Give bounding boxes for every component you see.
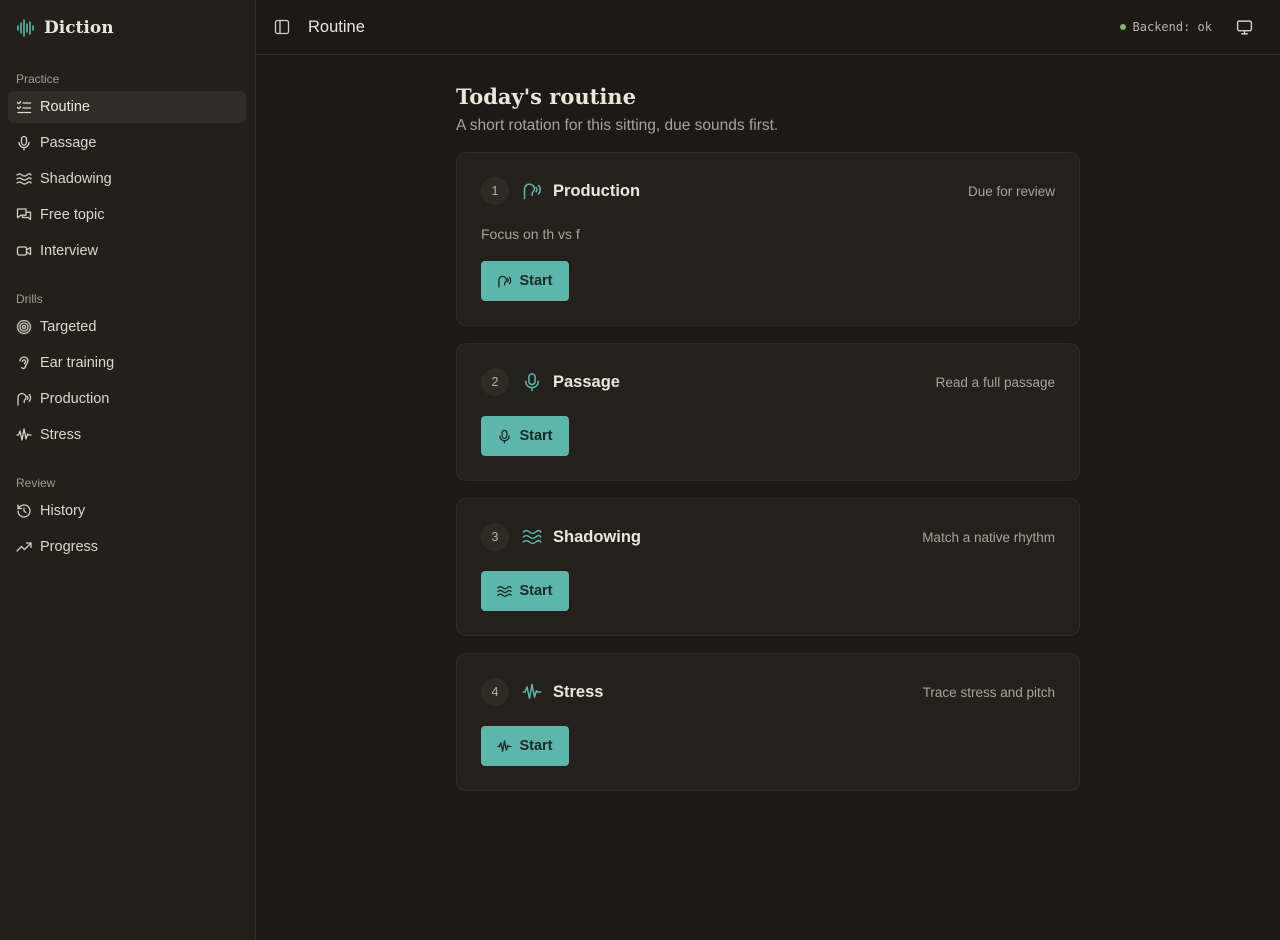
sidebar-item-stress[interactable]: Stress xyxy=(8,419,246,451)
sidebar-toggle-button[interactable] xyxy=(266,11,298,43)
target-icon xyxy=(16,319,32,335)
nav-group-practice: Practice Routine Passage Shadowing Free … xyxy=(0,67,255,267)
speech-icon xyxy=(498,275,512,288)
sidebar-item-label: Targeted xyxy=(40,319,97,335)
sidebar-item-targeted[interactable]: Targeted xyxy=(8,311,246,343)
sidebar-item-routine[interactable]: Routine xyxy=(8,91,246,123)
topbar: Routine Backend: ok xyxy=(256,0,1280,55)
panel-left-icon xyxy=(274,19,290,35)
card-note: Focus on th vs f xyxy=(481,226,580,242)
sidebar-item-progress[interactable]: Progress xyxy=(8,531,246,563)
page-breadcrumb: Routine xyxy=(308,17,365,36)
start-button-label: Start xyxy=(519,428,553,444)
card-meta: Due for review xyxy=(967,183,1055,199)
list-checks-icon xyxy=(16,101,32,114)
sidebar-item-label: Interview xyxy=(40,243,99,259)
waveform-icon xyxy=(497,739,513,752)
display-button[interactable] xyxy=(1228,11,1260,43)
sidebar-item-label: Ear training xyxy=(40,355,115,371)
speech-icon xyxy=(521,180,543,202)
mic-icon xyxy=(18,135,30,151)
mic-icon xyxy=(499,429,511,444)
routine-card-production: 1 Production Due for review Focus on th … xyxy=(456,152,1080,326)
speech-icon xyxy=(17,392,32,406)
start-button[interactable]: Start xyxy=(481,726,569,766)
card-title: Shadowing xyxy=(553,527,641,546)
start-button-label: Start xyxy=(519,583,553,599)
sidebar-item-label: Shadowing xyxy=(40,171,112,187)
page-subtitle: A short rotation for this sitting, due s… xyxy=(456,117,779,134)
sidebar-item-label: Passage xyxy=(40,135,97,151)
sidebar-item-interview[interactable]: Interview xyxy=(8,235,246,267)
sidebar-item-ear-training[interactable]: Ear training xyxy=(8,347,246,379)
step-number: 1 xyxy=(481,177,509,205)
step-number: 3 xyxy=(481,523,509,551)
waveform-icon xyxy=(16,428,32,441)
card-title: Production xyxy=(553,181,641,200)
waveform-icon xyxy=(521,681,543,703)
routine-card-stress: 4 Stress Trace stress and pitch Start xyxy=(456,653,1080,791)
start-button-label: Start xyxy=(519,738,553,754)
sidebar-item-shadowing[interactable]: Shadowing xyxy=(8,163,246,195)
start-button[interactable]: Start xyxy=(481,261,569,301)
nav-group-label: Practice xyxy=(16,72,60,86)
sidebar-item-label: Production xyxy=(40,391,110,407)
monitor-icon xyxy=(1236,19,1252,35)
main-content: Today's routine A short rotation for thi… xyxy=(456,55,1080,808)
trending-up-icon xyxy=(16,542,32,552)
card-title: Stress xyxy=(553,682,604,701)
page-title: Today's routine xyxy=(456,84,636,109)
card-title: Passage xyxy=(553,372,620,391)
sidebar-item-label: History xyxy=(40,503,86,519)
sidebar-item-label: Routine xyxy=(40,99,90,115)
routine-list: 1 Production Due for review Focus on th … xyxy=(456,152,1080,791)
sidebar-item-label: Free topic xyxy=(40,207,105,223)
waveform-logo-icon xyxy=(17,18,34,37)
mic-icon xyxy=(521,371,543,393)
brand[interactable]: Diction xyxy=(0,0,255,55)
waves-icon xyxy=(16,173,32,185)
card-meta: Match a native rhythm xyxy=(922,529,1055,545)
step-number: 4 xyxy=(481,678,509,706)
nav-group-drills: Drills Targeted Ear training Production … xyxy=(0,287,255,451)
ear-icon xyxy=(19,356,29,370)
backend-status: Backend: ok xyxy=(1119,20,1212,34)
app-name: Diction xyxy=(44,17,114,38)
status-dot-icon xyxy=(1119,24,1126,30)
sidebar-item-passage[interactable]: Passage xyxy=(8,127,246,159)
sidebar-item-production[interactable]: Production xyxy=(8,383,246,415)
nav-group-review: Review History Progress xyxy=(0,471,255,563)
routine-card-passage: 2 Passage Read a full passage Start xyxy=(456,343,1080,481)
start-button-label: Start xyxy=(519,273,553,289)
sidebar: Diction Practice Routine Passage Shadowi… xyxy=(0,0,256,940)
step-number: 2 xyxy=(481,368,509,396)
nav-group-label: Review xyxy=(16,476,56,490)
nav-group-label: Drills xyxy=(16,292,43,306)
status-text: Backend: ok xyxy=(1132,20,1212,34)
routine-card-shadowing: 3 Shadowing Match a native rhythm Start xyxy=(456,498,1080,636)
chat-icon xyxy=(16,208,32,221)
sidebar-item-label: Progress xyxy=(40,539,99,555)
sidebar-item-free-topic[interactable]: Free topic xyxy=(8,199,246,231)
sidebar-item-history[interactable]: History xyxy=(8,495,246,527)
start-button[interactable]: Start xyxy=(481,571,569,611)
history-icon xyxy=(17,504,31,518)
waves-icon xyxy=(497,585,513,597)
start-button[interactable]: Start xyxy=(481,416,569,456)
card-meta: Trace stress and pitch xyxy=(922,684,1055,700)
sidebar-item-label: Stress xyxy=(40,427,82,443)
card-meta: Read a full passage xyxy=(935,374,1055,390)
waves-icon xyxy=(521,526,543,548)
video-icon xyxy=(16,246,32,256)
